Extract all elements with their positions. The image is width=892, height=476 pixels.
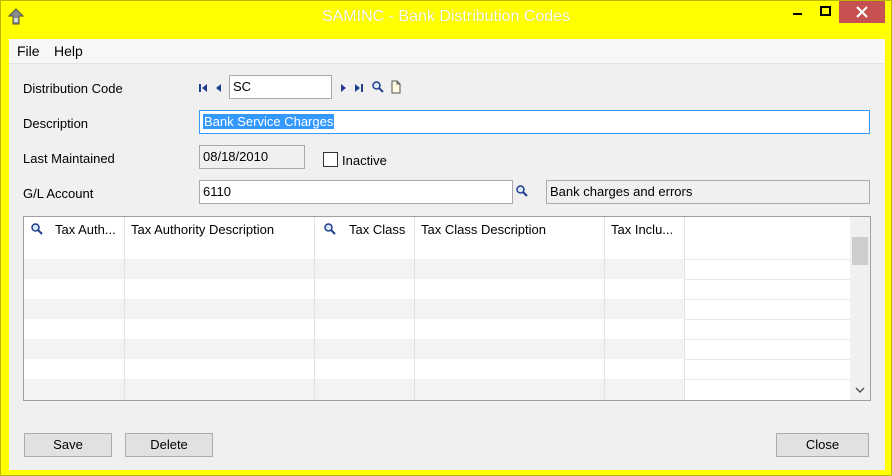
title-bar[interactable]: SAMINC - Bank Distribution Codes bbox=[1, 1, 891, 35]
next-record-icon[interactable] bbox=[337, 81, 351, 95]
column-header-tax-class[interactable]: Tax Class bbox=[315, 217, 415, 259]
minimize-icon bbox=[793, 13, 802, 15]
gl-account-description: Bank charges and errors bbox=[546, 180, 870, 204]
column-header-label: Tax Auth... bbox=[55, 222, 116, 237]
close-icon bbox=[856, 6, 868, 18]
delete-button[interactable]: Delete bbox=[125, 433, 213, 457]
finder-icon[interactable] bbox=[371, 80, 385, 94]
tax-class-finder-icon[interactable] bbox=[323, 222, 337, 236]
inactive-checkbox[interactable] bbox=[323, 152, 338, 167]
row-line bbox=[685, 259, 850, 260]
row-line bbox=[685, 279, 850, 280]
row-line bbox=[685, 299, 850, 300]
column-header-label: Tax Class Description bbox=[421, 222, 546, 237]
maximize-icon bbox=[820, 6, 831, 16]
scrollbar-thumb[interactable] bbox=[852, 237, 868, 265]
tax-grid[interactable]: Tax Auth... Tax Authority Description Ta… bbox=[23, 216, 871, 401]
column-divider bbox=[125, 259, 315, 400]
row-line bbox=[685, 379, 850, 380]
column-header-tax-included[interactable]: Tax Inclu... bbox=[605, 217, 685, 259]
save-button[interactable]: Save bbox=[24, 433, 112, 457]
close-button[interactable]: Close bbox=[776, 433, 869, 457]
column-header-label: Tax Class bbox=[349, 222, 406, 237]
first-record-icon[interactable] bbox=[197, 81, 211, 95]
last-record-icon[interactable] bbox=[352, 81, 366, 95]
tax-authority-finder-icon[interactable] bbox=[30, 222, 44, 236]
column-header-tax-authority[interactable]: Tax Auth... bbox=[24, 217, 125, 259]
column-header-label: Tax Inclu... bbox=[611, 222, 674, 237]
inactive-label: Inactive bbox=[342, 153, 387, 168]
column-header-tax-class-description[interactable]: Tax Class Description bbox=[415, 217, 605, 259]
gl-account-finder-icon[interactable] bbox=[515, 184, 529, 198]
window-title: SAMINC - Bank Distribution Codes bbox=[321, 8, 571, 25]
menu-bar: File Help bbox=[9, 39, 885, 64]
previous-record-icon[interactable] bbox=[212, 81, 226, 95]
menu-file[interactable]: File bbox=[17, 43, 40, 59]
column-divider bbox=[605, 259, 685, 400]
new-document-icon[interactable] bbox=[389, 80, 403, 94]
gl-account-input[interactable]: 6110 bbox=[199, 180, 513, 204]
description-label: Description bbox=[23, 116, 89, 131]
vertical-scrollbar[interactable] bbox=[850, 217, 870, 400]
minimize-button[interactable] bbox=[782, 1, 812, 23]
description-text: Bank Service Charges bbox=[203, 114, 335, 129]
row-line bbox=[685, 319, 850, 320]
column-header-tax-authority-description[interactable]: Tax Authority Description bbox=[125, 217, 315, 259]
close-window-button[interactable] bbox=[839, 1, 885, 23]
row-line bbox=[685, 339, 850, 340]
column-divider bbox=[415, 259, 605, 400]
distribution-code-label: Distribution Code bbox=[23, 81, 123, 96]
application-window: SAMINC - Bank Distribution Codes File He… bbox=[0, 0, 892, 476]
menu-help[interactable]: Help bbox=[54, 43, 83, 59]
last-maintained-label: Last Maintained bbox=[23, 151, 115, 166]
window-client-area: File Help Distribution Code SC Descripti… bbox=[9, 39, 885, 470]
scroll-down-icon[interactable] bbox=[854, 385, 866, 395]
last-maintained-value: 08/18/2010 bbox=[199, 145, 305, 169]
column-divider bbox=[315, 259, 415, 400]
column-divider bbox=[24, 259, 125, 400]
gl-account-label: G/L Account bbox=[23, 186, 94, 201]
row-line bbox=[685, 359, 850, 360]
description-input[interactable]: Bank Service Charges bbox=[199, 110, 870, 134]
distribution-code-input[interactable]: SC bbox=[229, 75, 332, 99]
column-header-label: Tax Authority Description bbox=[131, 222, 275, 237]
maximize-button[interactable] bbox=[812, 1, 839, 23]
